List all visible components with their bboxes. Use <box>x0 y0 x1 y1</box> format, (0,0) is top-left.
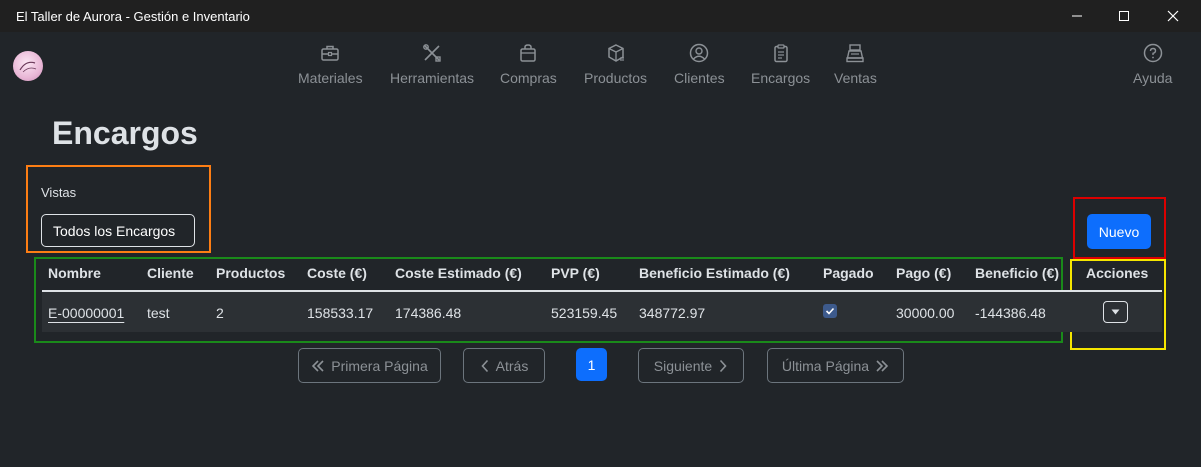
cell-cliente: test <box>147 305 170 321</box>
toolbox-icon <box>321 45 340 61</box>
box-icon <box>607 44 624 62</box>
pagination-next-button[interactable]: Siguiente <box>638 348 744 383</box>
cell-pvp: 523159.45 <box>551 305 618 321</box>
window-title: El Taller de Aurora - Gestión e Inventar… <box>16 9 250 24</box>
chevron-double-left-icon <box>312 359 324 372</box>
chevron-left-icon <box>481 359 488 372</box>
column-header-pvp[interactable]: PVP (€) <box>551 265 600 281</box>
tools-icon <box>423 44 441 62</box>
column-header-pagado[interactable]: Pagado <box>823 265 874 281</box>
column-header-nombre[interactable]: Nombre <box>48 265 101 281</box>
clipboard-icon <box>773 44 788 63</box>
person-icon <box>690 43 709 63</box>
nav-item-encargos[interactable]: Encargos <box>751 42 810 86</box>
column-header-productos[interactable]: Productos <box>216 265 285 281</box>
maximize-button[interactable] <box>1101 0 1147 32</box>
nav-item-herramientas[interactable]: Herramientas <box>390 42 474 86</box>
column-header-beneficio-estimado[interactable]: Beneficio Estimado (€) <box>639 265 790 281</box>
main-navbar: Materiales Herramientas Compras Producto… <box>0 32 1201 90</box>
minimize-button[interactable] <box>1054 0 1100 32</box>
cell-nombre-link[interactable]: E-00000001 <box>48 305 124 321</box>
nav-item-compras[interactable]: Compras <box>500 42 557 86</box>
pagination-prev-label: Atrás <box>495 357 529 374</box>
cell-coste: 158533.17 <box>307 305 374 321</box>
nav-item-label: Productos <box>584 70 648 86</box>
nav-item-label: Materiales <box>298 70 363 86</box>
chevron-right-icon <box>720 359 727 372</box>
app-logo[interactable] <box>13 51 43 81</box>
column-header-beneficio[interactable]: Beneficio (€) <box>975 265 1059 281</box>
nav-item-productos[interactable]: Productos <box>584 42 647 86</box>
question-circle-icon <box>1143 43 1162 63</box>
check-icon <box>825 307 835 315</box>
column-header-pago[interactable]: Pago (€) <box>896 265 951 281</box>
nav-item-ayuda[interactable]: Ayuda <box>1133 42 1172 86</box>
nav-item-label: Ventas <box>834 70 877 86</box>
views-dropdown[interactable]: Todos los Encargos <box>41 214 195 247</box>
nav-item-label: Herramientas <box>390 70 475 86</box>
pagination-prev-button[interactable]: Atrás <box>463 348 545 383</box>
pagination-last-label: Última Página <box>781 357 870 374</box>
nav-item-clientes[interactable]: Clientes <box>674 42 725 86</box>
close-icon <box>1167 10 1179 22</box>
maximize-icon <box>1119 11 1129 21</box>
cell-coste-estimado: 174386.48 <box>395 305 462 321</box>
bag-icon <box>520 44 537 62</box>
nav-item-materiales[interactable]: Materiales <box>298 42 363 86</box>
nav-item-label: Ayuda <box>1133 70 1173 86</box>
cell-beneficio: -144386.48 <box>975 305 1046 321</box>
pagination-first-button[interactable]: Primera Página <box>298 348 441 383</box>
window-titlebar: El Taller de Aurora - Gestión e Inventar… <box>0 0 1201 32</box>
new-button[interactable]: Nuevo <box>1087 214 1151 249</box>
logo-icon <box>19 61 37 73</box>
pagination-last-button[interactable]: Última Página <box>767 348 904 383</box>
column-header-coste-estimado[interactable]: Coste Estimado (€) <box>395 265 522 281</box>
caret-down-icon <box>1111 309 1120 315</box>
column-header-acciones: Acciones <box>1086 265 1149 281</box>
chevron-double-right-icon <box>876 359 889 372</box>
column-header-coste[interactable]: Coste (€) <box>307 265 367 281</box>
cell-pago: 30000.00 <box>896 305 955 321</box>
page-title: Encargos <box>52 115 198 151</box>
cell-productos: 2 <box>216 305 224 321</box>
row-actions-dropdown[interactable] <box>1103 301 1128 323</box>
cash-register-icon <box>846 44 865 63</box>
nav-item-label: Clientes <box>674 70 725 86</box>
pagination-next-label: Siguiente <box>653 357 713 374</box>
close-button[interactable] <box>1150 0 1196 32</box>
nav-item-ventas[interactable]: Ventas <box>834 42 877 86</box>
nav-item-label: Compras <box>500 70 557 86</box>
cell-beneficio-estimado: 348772.97 <box>639 305 706 321</box>
pagination-current-page[interactable]: 1 <box>576 348 607 381</box>
nav-item-label: Encargos <box>751 70 811 86</box>
pagination-first-label: Primera Página <box>331 357 428 374</box>
views-label: Vistas <box>41 185 77 200</box>
cell-pagado-checkbox[interactable] <box>823 304 837 318</box>
minimize-icon <box>1072 15 1082 17</box>
column-header-cliente[interactable]: Cliente <box>147 265 194 281</box>
